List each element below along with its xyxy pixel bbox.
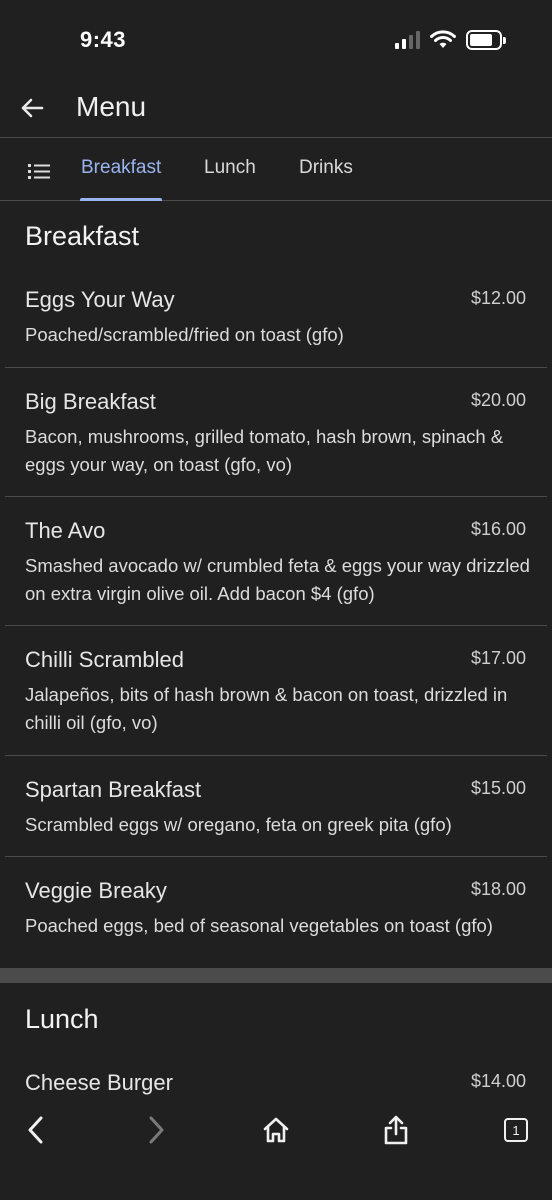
item-name: Cheese Burger bbox=[25, 1070, 173, 1095]
wifi-icon bbox=[430, 30, 456, 48]
item-name: Spartan Breakfast bbox=[25, 777, 202, 802]
status-time: 9:43 bbox=[80, 27, 127, 52]
menu-item[interactable]: Chilli Scrambled $17.00 Jalapeños, bits … bbox=[5, 647, 547, 756]
item-description: Poached/scrambled/fried on toast (gfo) bbox=[25, 324, 344, 345]
menu-item[interactable]: Spartan Breakfast $15.00 Scrambled eggs … bbox=[5, 777, 547, 857]
tab-lunch[interactable]: Lunch bbox=[204, 157, 256, 201]
list-icon[interactable] bbox=[26, 160, 54, 182]
battery-icon bbox=[466, 30, 506, 50]
section-divider bbox=[0, 968, 552, 983]
item-name: The Avo bbox=[25, 518, 106, 543]
section-title-lunch: Lunch bbox=[25, 1004, 99, 1034]
share-button[interactable] bbox=[376, 1110, 416, 1150]
item-price: $14.00 bbox=[470, 1071, 526, 1091]
menu-item[interactable]: The Avo $16.00 Smashed avocado w/ crumbl… bbox=[5, 518, 547, 626]
section-title-breakfast: Breakfast bbox=[25, 221, 140, 251]
browser-toolbar: 1 bbox=[0, 1100, 552, 1200]
item-price: $17.00 bbox=[470, 648, 526, 668]
item-price: $18.00 bbox=[470, 879, 526, 899]
status-icons bbox=[395, 30, 506, 50]
cellular-signal-icon bbox=[395, 31, 420, 49]
home-button[interactable] bbox=[256, 1110, 296, 1150]
item-price: $15.00 bbox=[470, 778, 526, 798]
tabs-icon: 1 bbox=[504, 1118, 528, 1142]
tab-count: 1 bbox=[512, 1122, 520, 1138]
item-description: Bacon, mushrooms, grilled tomato, hash b… bbox=[25, 426, 504, 475]
item-price: $12.00 bbox=[470, 288, 526, 308]
item-name: Big Breakfast bbox=[25, 389, 156, 414]
browser-back-button[interactable] bbox=[16, 1110, 56, 1150]
item-description: Jalapeños, bits of hash brown & bacon on… bbox=[25, 684, 508, 733]
menu-item[interactable]: Eggs Your Way $12.00 Poached/scrambled/f… bbox=[5, 287, 547, 368]
item-description: Poached eggs, bed of seasonal vegetables… bbox=[25, 915, 493, 936]
item-name: Veggie Breaky bbox=[25, 878, 167, 903]
chevron-left-icon bbox=[28, 1116, 43, 1144]
category-tabs: Breakfast Lunch Drinks bbox=[0, 139, 552, 201]
item-description: Smashed avocado w/ crumbled feta & eggs … bbox=[25, 555, 530, 604]
item-price: $16.00 bbox=[470, 519, 526, 539]
home-icon bbox=[263, 1117, 289, 1143]
chevron-right-icon bbox=[149, 1116, 164, 1144]
menu-item[interactable]: Big Breakfast $20.00 Bacon, mushrooms, g… bbox=[5, 389, 547, 497]
browser-forward-button[interactable] bbox=[136, 1110, 176, 1150]
screen: 9:43 Menu Breakfast Lunch Drinks Breakfa… bbox=[0, 0, 552, 1200]
item-description: Scrambled eggs w/ oregano, feta on greek… bbox=[25, 814, 452, 835]
share-icon bbox=[384, 1115, 408, 1145]
tabs-button[interactable]: 1 bbox=[496, 1110, 536, 1150]
item-name: Chilli Scrambled bbox=[25, 647, 184, 672]
status-bar: 9:43 bbox=[0, 0, 552, 80]
item-price: $20.00 bbox=[470, 390, 526, 410]
menu-item[interactable]: Veggie Breaky $18.00 Poached eggs, bed o… bbox=[5, 878, 547, 958]
arrow-left-icon bbox=[21, 98, 44, 118]
tab-breakfast[interactable]: Breakfast bbox=[79, 157, 163, 201]
back-button[interactable] bbox=[16, 92, 48, 124]
item-name: Eggs Your Way bbox=[25, 287, 175, 312]
page-title: Menu bbox=[76, 91, 147, 122]
tab-drinks[interactable]: Drinks bbox=[299, 157, 353, 201]
app-header: Menu bbox=[0, 80, 552, 138]
